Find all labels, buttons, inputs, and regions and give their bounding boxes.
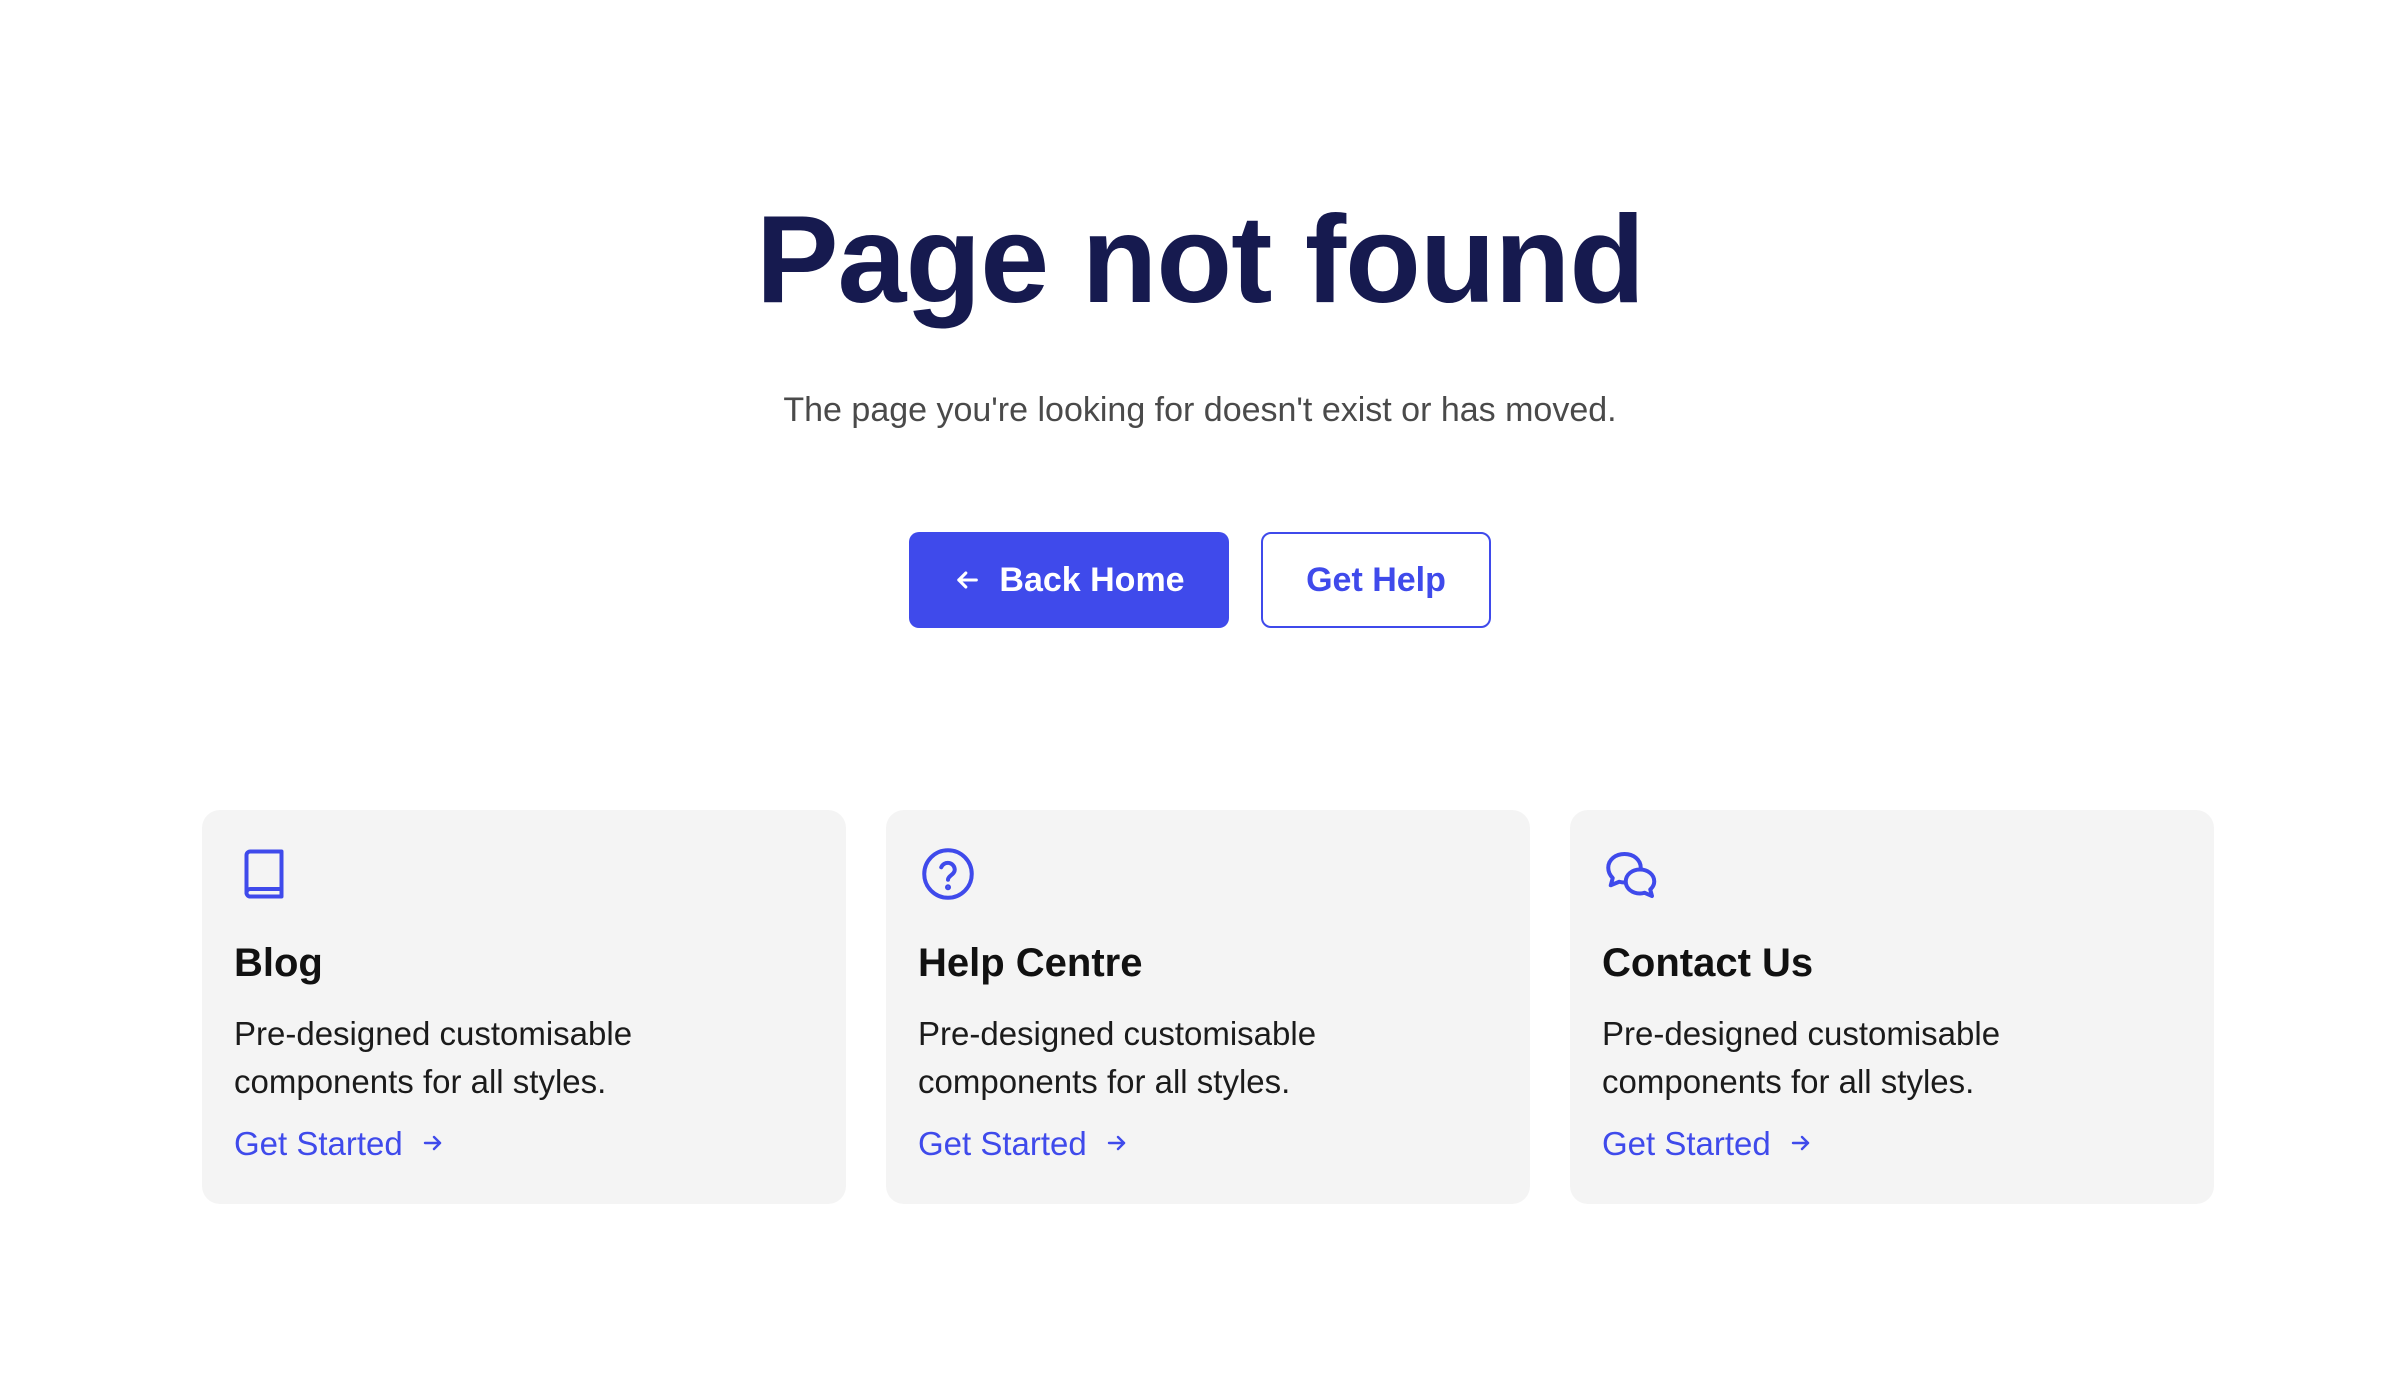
get-started-label: Get Started: [1602, 1125, 1771, 1162]
hero-section: Page not found The page you're looking f…: [0, 180, 2400, 628]
not-found-page: Page not found The page you're looking f…: [0, 0, 2400, 1390]
back-home-button[interactable]: Back Home: [909, 532, 1229, 628]
arrow-right-icon: [1105, 1122, 1129, 1166]
card-help-centre: Help Centre Pre-designed customisable co…: [886, 810, 1530, 1204]
card-description: Pre-designed customisable components for…: [234, 1015, 633, 1100]
card-description: Pre-designed customisable components for…: [918, 1015, 1317, 1100]
card-title: Blog: [234, 941, 323, 985]
question-circle-icon: [918, 844, 1498, 904]
resource-cards: Blog Pre-designed customisable component…: [202, 810, 2214, 1204]
arrow-left-icon: [953, 566, 981, 594]
card-description: Pre-designed customisable components for…: [1602, 1015, 2001, 1100]
arrow-right-icon: [1789, 1122, 1813, 1166]
get-started-link[interactable]: Get Started: [234, 1122, 445, 1166]
book-icon: [234, 844, 814, 904]
get-started-label: Get Started: [234, 1125, 403, 1162]
get-started-label: Get Started: [918, 1125, 1087, 1162]
card-title: Contact Us: [1602, 941, 1814, 985]
arrow-right-icon: [421, 1122, 445, 1166]
card-title: Help Centre: [918, 941, 1143, 985]
card-contact-us: Contact Us Pre-designed customisable com…: [1570, 810, 2214, 1204]
page-title: Page not found: [755, 191, 1645, 329]
page-subtitle: The page you're looking for doesn't exis…: [783, 391, 1617, 429]
get-started-link[interactable]: Get Started: [918, 1122, 1129, 1166]
chat-bubbles-icon: [1602, 844, 2182, 904]
hero-actions: Back Home Get Help: [0, 532, 2400, 628]
card-blog: Blog Pre-designed customisable component…: [202, 810, 846, 1204]
back-home-label: Back Home: [999, 560, 1185, 599]
get-help-button[interactable]: Get Help: [1261, 532, 1491, 628]
get-started-link[interactable]: Get Started: [1602, 1122, 1813, 1166]
